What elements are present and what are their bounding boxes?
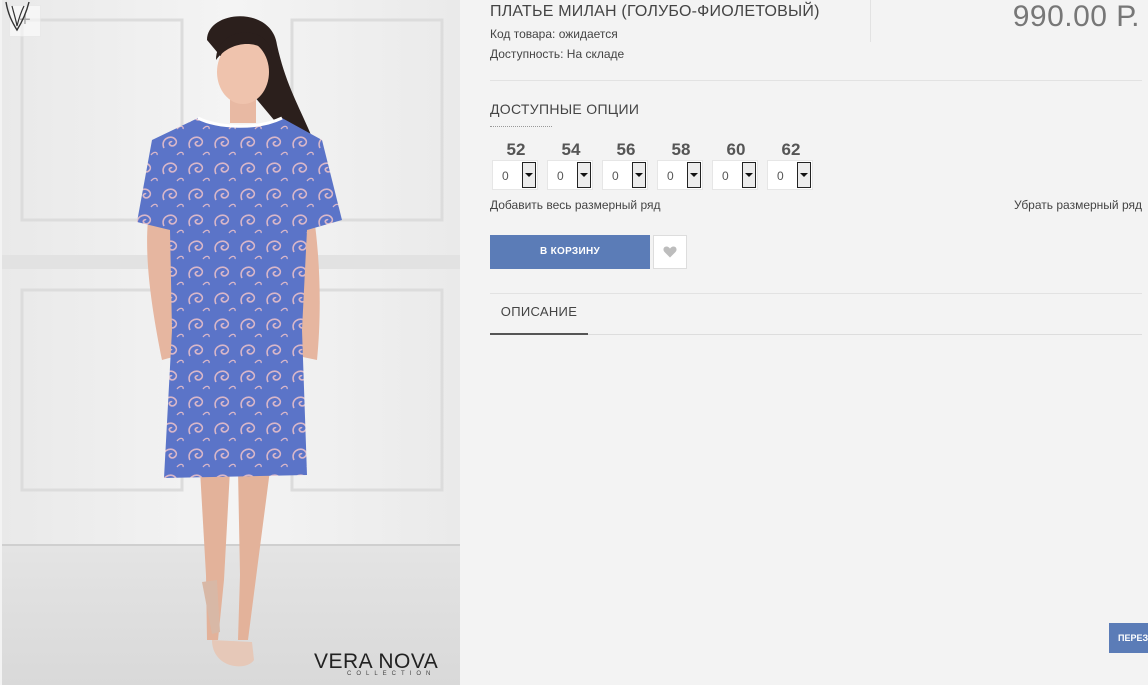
product-title: ПЛАТЬЕ МИЛАН (ГОЛУБО-ФИОЛЕТОВЫЙ): [490, 3, 820, 20]
product-photo[interactable]: + VERA NOVA COLLECTION: [2, 0, 460, 685]
options-title: ДОСТУПНЫЕ ОПЦИИ: [490, 101, 640, 117]
size-option: 52 0: [490, 138, 545, 194]
size-quantity-select[interactable]: 0: [767, 160, 813, 190]
size-label: 58: [671, 140, 691, 159]
size-label: 52: [506, 140, 526, 159]
brand-logo-subtext: COLLECTION: [347, 671, 436, 677]
side-callback-button[interactable]: ПЕРЕЗ: [1109, 623, 1148, 653]
wishlist-button[interactable]: [653, 235, 687, 269]
size-quantity-select[interactable]: 0: [657, 160, 703, 190]
dropdown-arrow-icon[interactable]: [577, 162, 591, 188]
size-label: 54: [561, 140, 581, 159]
size-quantity-select[interactable]: 0: [547, 160, 593, 190]
size-label: 62: [781, 140, 801, 159]
size-option: 58 0: [655, 138, 710, 194]
size-quantity-select[interactable]: 0: [492, 160, 538, 190]
tab-description[interactable]: ОПИСАНИЕ: [490, 304, 588, 335]
size-quantity-value: 0: [557, 169, 564, 183]
remove-all-sizes-link[interactable]: Убрать размерный ряд: [1014, 198, 1142, 212]
section-divider: [490, 80, 1142, 81]
dropdown-arrow-icon[interactable]: [742, 162, 756, 188]
size-quantity-value: 0: [777, 169, 784, 183]
size-quantity-select[interactable]: 0: [712, 160, 758, 190]
section-divider: [490, 293, 1142, 294]
heart-icon: [663, 246, 677, 258]
size-label: 56: [616, 140, 636, 159]
size-quantity-value: 0: [502, 169, 509, 183]
options-title-underline: [490, 126, 552, 127]
dropdown-arrow-icon[interactable]: [687, 162, 701, 188]
size-quantity-value: 0: [722, 169, 729, 183]
dropdown-arrow-icon[interactable]: [797, 162, 811, 188]
size-quantity-value: 0: [667, 169, 674, 183]
size-option: 56 0: [600, 138, 655, 194]
brand-logo-icon: [5, 1, 30, 32]
tab-active-indicator: [490, 333, 588, 335]
size-quantity-value: 0: [612, 169, 619, 183]
add-to-cart-button[interactable]: В КОРЗИНУ: [490, 235, 650, 269]
product-photo-illustration: [2, 0, 460, 685]
product-price: 990.00 Р.: [1012, 0, 1140, 33]
add-all-sizes-link[interactable]: Добавить весь размерный ряд: [490, 198, 661, 212]
header-divider: [870, 0, 871, 42]
size-option: 62 0: [765, 138, 820, 194]
size-option: 60 0: [710, 138, 765, 194]
size-quantity-select[interactable]: 0: [602, 160, 648, 190]
size-label: 60: [726, 140, 746, 159]
dropdown-arrow-icon[interactable]: [522, 162, 536, 188]
product-availability: Доступность: На складе: [490, 47, 625, 61]
product-code: Код товара: ожидается: [490, 27, 618, 41]
size-options: 52 0 54 0 56 0 58 0 60 0 62 0: [490, 138, 820, 194]
size-option: 54 0: [545, 138, 600, 194]
dropdown-arrow-icon[interactable]: [632, 162, 646, 188]
